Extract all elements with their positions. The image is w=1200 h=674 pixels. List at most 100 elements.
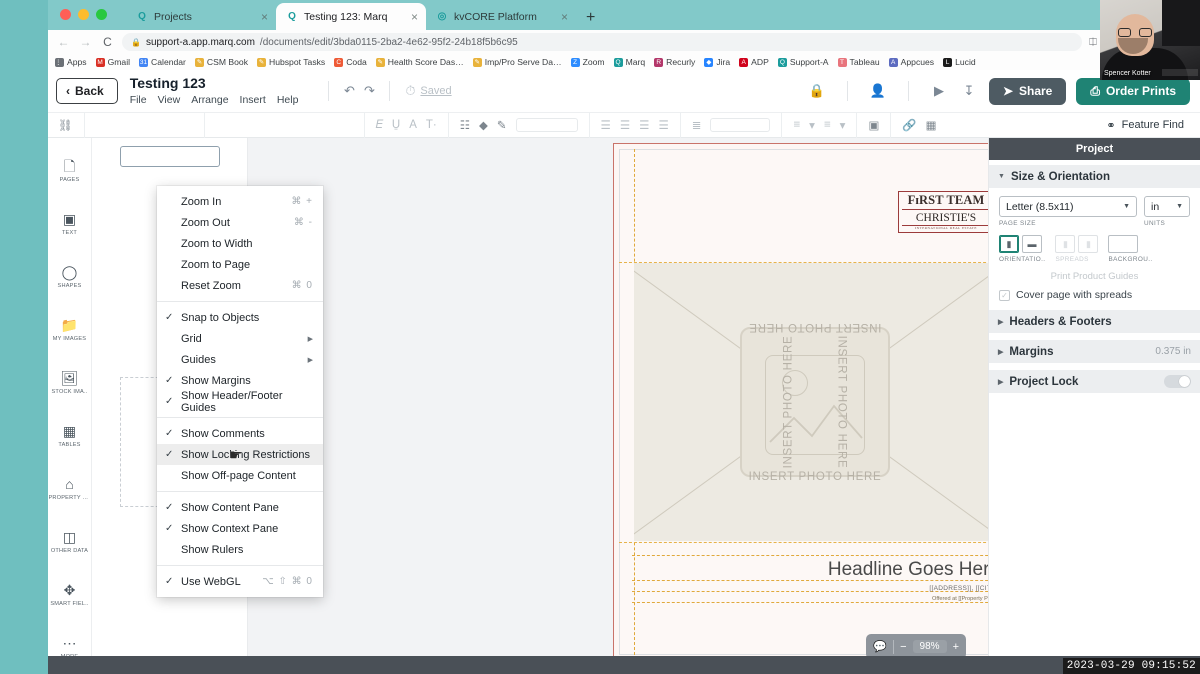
align-center-icon[interactable]: ☰ — [620, 118, 630, 132]
brand-logo[interactable]: FɪRST TEAM CHRISTIE'S INTERNATIONAL REAL… — [898, 191, 988, 233]
sidebar-item-other-data[interactable]: ◫ OTHER DATA — [48, 515, 91, 568]
menu-item-grid[interactable]: Grid ▶ — [157, 328, 323, 349]
sidebar-item-tables[interactable]: ▦ TABLES — [48, 409, 91, 462]
share-icon[interactable]: ⎅ — [1089, 37, 1097, 48]
line-spacing-icon[interactable]: ≣ — [692, 118, 702, 132]
browser-tab-testing-123[interactable]: Q Testing 123: Marq × — [276, 3, 426, 30]
menu-item-zoom-to-width[interactable]: Zoom to Width — [157, 233, 323, 254]
zoom-out-button[interactable]: − — [900, 641, 906, 653]
browser-tab-projects[interactable]: Q Projects × — [126, 3, 276, 30]
close-icon[interactable]: × — [411, 10, 418, 24]
project-lock-toggle[interactable] — [1164, 375, 1191, 388]
close-icon[interactable]: × — [261, 10, 268, 24]
maximize-window-button[interactable] — [96, 9, 107, 20]
price-text[interactable]: Offered at [[Property Price]] — [932, 596, 988, 602]
font-color-icon[interactable]: A — [409, 119, 417, 131]
orientation-portrait-button[interactable]: ▮ — [999, 235, 1019, 253]
fill-bucket-icon[interactable]: ◆ — [479, 118, 488, 132]
menu-item-show-header-footer-guides[interactable]: ✓ Show Header/Footer Guides — [157, 390, 323, 414]
bookmark-health-score[interactable]: ✎ Health Score Das… — [375, 57, 464, 67]
bookmark-support-a[interactable]: Q Support-A — [777, 57, 829, 67]
bookmark-zoom[interactable]: Z Zoom — [570, 57, 605, 67]
menu-item-reset-zoom[interactable]: Reset Zoom ⌘ 0 — [157, 275, 323, 296]
bookmark-gmail[interactable]: M Gmail — [95, 57, 130, 67]
menu-item-show-offpage-content[interactable]: Show Off-page Content — [157, 465, 323, 486]
menu-item-guides[interactable]: Guides ▶ — [157, 349, 323, 370]
line-style-select[interactable] — [515, 118, 578, 132]
headline-text[interactable]: Headline Goes Here — [828, 559, 988, 581]
bookmark-coda[interactable]: C Coda — [334, 57, 367, 67]
bookmark-csm-book[interactable]: ✎ CSM Book — [194, 57, 248, 67]
bookmark-adp[interactable]: A ADP — [739, 57, 769, 67]
menu-item-show-content-pane[interactable]: ✓ Show Content Pane — [157, 497, 323, 518]
menu-file[interactable]: File — [130, 94, 147, 106]
window-traffic-lights[interactable] — [60, 9, 107, 20]
crop-icon[interactable]: ☷ — [460, 118, 470, 132]
align-left-icon[interactable]: ☰ — [601, 118, 611, 132]
units-select[interactable]: in ▼ — [1144, 196, 1190, 217]
bookmark-calendar[interactable]: 31 Calendar — [139, 57, 186, 67]
section-headers-footers[interactable]: ▶ Headers & Footers — [989, 310, 1200, 333]
menu-item-use-webgl[interactable]: ✓ Use WebGL ⌥ ⇧ ⌘ 0 — [157, 571, 323, 592]
cover-page-checkbox-row[interactable]: ✓ Cover page with spreads — [999, 289, 1190, 301]
italic-icon[interactable]: 𝐸 — [376, 119, 383, 132]
bookmark-recurly[interactable]: R Recurly — [654, 57, 695, 67]
sidebar-item-property-listings[interactable]: ⌂ PROPERTY LI.. — [48, 462, 91, 515]
sidebar-item-my-images[interactable]: 📁 MY IMAGES — [48, 303, 91, 356]
page-thumbnail[interactable] — [119, 146, 220, 167]
menu-item-zoom-to-page[interactable]: Zoom to Page — [157, 254, 323, 275]
bookmark-hubspot-tasks[interactable]: ✎ Hubspot Tasks — [257, 57, 325, 67]
share-button[interactable]: ➤ Share — [988, 77, 1067, 105]
bookmark-marq[interactable]: Q Marq — [613, 57, 645, 67]
address-text[interactable]: [[ADDRESS]], [[CITY]] — [929, 585, 988, 592]
page-size-select[interactable]: Letter (8.5x11) ▼ — [999, 196, 1137, 217]
section-project-lock[interactable]: ▶ Project Lock — [989, 370, 1200, 393]
menu-insert[interactable]: Insert — [240, 94, 266, 106]
comment-icon[interactable]: 💬 — [873, 640, 887, 653]
sidebar-item-smart-fields[interactable]: ✥ SMART FIEL.. — [48, 568, 91, 621]
sidebar-item-stock-images[interactable]: 🖼 STOCK IMA.. — [48, 356, 91, 409]
menu-item-zoom-out[interactable]: Zoom Out ⌘ - — [157, 212, 323, 233]
menu-item-show-margins[interactable]: ✓ Show Margins — [157, 370, 323, 391]
document-canvas[interactable]: FɪRST TEAM CHRISTIE'S INTERNATIONAL REAL… — [248, 138, 988, 674]
photo-placeholder[interactable]: INSERT PHOTO HERE INSERT PHOTO HERE INSE… — [634, 263, 988, 541]
close-icon[interactable]: × — [561, 10, 568, 24]
numbered-list-dropdown-icon[interactable]: ▾ — [840, 118, 846, 132]
bookmark-tableau[interactable]: T Tableau — [837, 57, 880, 67]
back-icon[interactable]: ← — [56, 35, 71, 49]
view-dropdown-menu[interactable]: Zoom In ⌘ + Zoom Out ⌘ - Zoom to Width Z… — [157, 186, 323, 597]
forward-icon[interactable]: → — [78, 35, 93, 49]
outline-pen-icon[interactable]: ✎ — [497, 118, 507, 132]
download-icon[interactable]: ↧ — [959, 83, 979, 99]
bookmark-appcues[interactable]: A Appcues — [888, 57, 934, 67]
bullet-list-icon[interactable]: ≡ — [793, 119, 800, 131]
background-color-button[interactable] — [1108, 235, 1139, 253]
bookmark-jira[interactable]: ◆ Jira — [704, 57, 730, 67]
menu-item-show-rulers[interactable]: Show Rulers — [157, 539, 323, 560]
new-tab-button[interactable]: + — [576, 9, 605, 30]
format-painter-icon[interactable]: ⛓ — [58, 118, 73, 132]
menu-arrange[interactable]: Arrange — [191, 94, 228, 106]
text-options-icon[interactable]: T· — [426, 119, 437, 131]
numbered-list-icon[interactable]: ≡ — [824, 119, 831, 131]
bookmark-apps[interactable]: ⋮⋮ Apps — [55, 57, 87, 67]
zoom-in-button[interactable]: + — [953, 641, 959, 653]
orientation-landscape-button[interactable]: ▬ — [1022, 235, 1042, 253]
document-page[interactable]: FɪRST TEAM CHRISTIE'S INTERNATIONAL REAL… — [613, 143, 988, 661]
lock-icon[interactable]: 🔒 — [807, 83, 827, 99]
layers-icon[interactable]: ▣ — [868, 118, 879, 132]
close-window-button[interactable] — [60, 9, 71, 20]
section-margins[interactable]: ▶ Margins 0.375 in — [989, 340, 1200, 363]
menu-item-snap-to-objects[interactable]: ✓ Snap to Objects — [157, 307, 323, 328]
menu-item-show-comments[interactable]: ✓ Show Comments — [157, 423, 323, 444]
minimize-window-button[interactable] — [78, 9, 89, 20]
zoom-level-value[interactable]: 98% — [912, 640, 947, 653]
spacing-input[interactable] — [710, 118, 771, 132]
undo-arrow-icon[interactable]: ↶ — [339, 83, 359, 99]
underline-icon[interactable]: U̱ — [392, 119, 400, 131]
menu-item-show-context-pane[interactable]: ✓ Show Context Pane — [157, 518, 323, 539]
bookmark-imp-pro-serve[interactable]: ✎ Imp/Pro Serve Da… — [472, 57, 562, 67]
menu-view[interactable]: View — [158, 94, 181, 106]
menu-help[interactable]: Help — [277, 94, 299, 106]
sidebar-item-text[interactable]: ▣ TEXT — [48, 197, 91, 250]
